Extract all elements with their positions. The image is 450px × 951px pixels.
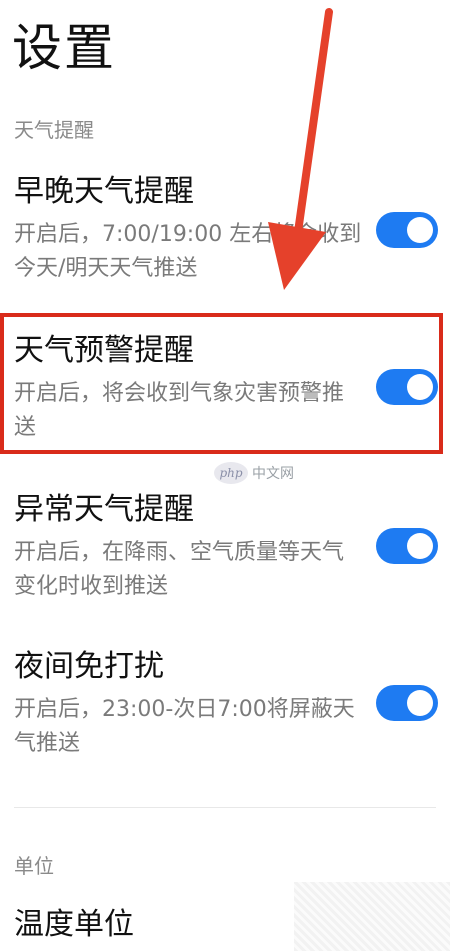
annotation-arrow-icon <box>268 8 333 290</box>
